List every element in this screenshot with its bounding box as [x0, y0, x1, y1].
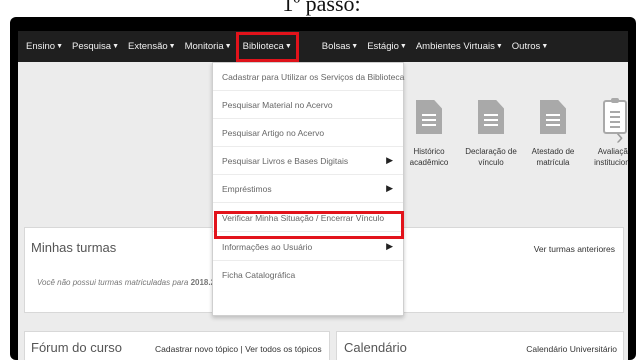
shortcut-label: Declaração de vínculo — [465, 146, 517, 168]
nav-pesquisa[interactable]: Pesquisa ▼ — [72, 31, 119, 62]
nav-label: Outros — [511, 41, 541, 52]
shortcut-label: Atestado de matrícula — [532, 146, 575, 168]
empty-message-text: Você não possui turmas matriculadas para — [37, 278, 189, 287]
empty-message: Você não possui turmas matriculadas para… — [37, 278, 215, 287]
menu-item-label: Pesquisar Livros e Bases Digitais — [222, 155, 349, 166]
highlight-box — [214, 211, 404, 239]
caret-down-icon: ▼ — [541, 43, 549, 50]
nav-label: Extensão — [128, 41, 168, 52]
menu-item-label: Pesquisar Material no Acervo — [222, 99, 333, 110]
nav-extensao[interactable]: Extensão ▼ — [128, 31, 176, 62]
calendario-universitario-link[interactable]: Calendário Universitário — [526, 344, 617, 354]
menu-item-pesquisar-livros[interactable]: Pesquisar Livros e Bases Digitais ▶ — [213, 147, 403, 175]
shortcut-historico[interactable]: Histórico acadêmico — [398, 100, 460, 168]
shortcut-atestado[interactable]: Atestado de matrícula — [522, 100, 584, 168]
document-icon — [478, 100, 504, 134]
nav-label: Biblioteca — [242, 41, 284, 52]
biblioteca-dropdown-menu: Cadastrar para Utilizar os Serviços da B… — [212, 62, 404, 316]
clipboard-icon — [603, 98, 627, 134]
panel-title: Fórum do curso — [31, 340, 123, 355]
shortcut-label-line1: Declaração de — [465, 147, 517, 156]
caret-down-icon: ▼ — [284, 43, 292, 50]
caret-down-icon: ▼ — [224, 43, 232, 50]
menu-item-ficha-catalografica[interactable]: Ficha Catalográfica — [213, 261, 403, 289]
menu-item-label: Empréstimos — [222, 183, 272, 194]
main-navbar: Ensino ▼ Pesquisa ▼ Extensão ▼ Monitoria ▼ B… — [18, 31, 628, 62]
shortcut-label-line1: Avaliação — [597, 147, 628, 156]
caret-down-icon: ▼ — [351, 43, 359, 50]
shortcut-label-line2: matrícula — [536, 158, 570, 167]
forum-panel: Fórum do curso Cadastrar novo tópico | V… — [24, 331, 330, 360]
nav-ambientes-virtuais[interactable]: Ambientes Virtuais ▼ — [416, 31, 503, 62]
nav-label: Monitoria — [184, 41, 224, 52]
caret-down-icon: ▼ — [112, 43, 120, 50]
document-icon — [416, 100, 442, 134]
ver-turmas-anteriores-link[interactable]: Ver turmas anteriores — [534, 244, 615, 254]
shortcut-declaracao[interactable]: Declaração de vínculo — [460, 100, 522, 168]
chevron-right-icon[interactable]: › — [616, 124, 623, 150]
panel-title: Calendário — [344, 340, 407, 355]
nav-monitoria[interactable]: Monitoria ▼ — [185, 31, 232, 62]
forum-links[interactable]: Cadastrar novo tópico | Ver todos os tóp… — [155, 344, 322, 354]
nav-label: Ambientes Virtuais — [415, 41, 495, 52]
shortcuts-row: Histórico acadêmico Declaração de víncul… — [398, 98, 628, 168]
nav-outros[interactable]: Outros ▼ — [512, 31, 548, 62]
shortcut-label-line1: Histórico — [413, 147, 445, 156]
panel-title: Minhas turmas — [31, 240, 117, 255]
caret-down-icon: ▼ — [56, 43, 63, 50]
caret-down-icon: ▼ — [495, 43, 503, 50]
nav-ensino[interactable]: Ensino ▼ — [26, 31, 63, 62]
menu-item-cadastrar[interactable]: Cadastrar para Utilizar os Serviços da B… — [213, 63, 405, 91]
nav-bolsas[interactable]: Bolsas ▼ — [322, 31, 358, 62]
shortcut-label-line2: vínculo — [478, 158, 504, 167]
nav-estagio[interactable]: Estágio ▼ — [367, 31, 407, 62]
menu-item-pesquisar-material[interactable]: Pesquisar Material no Acervo — [213, 91, 403, 119]
caret-down-icon: ▼ — [168, 43, 176, 50]
shortcut-label-line2: acadêmico — [409, 158, 449, 167]
menu-item-pesquisar-artigo[interactable]: Pesquisar Artigo no Acervo — [213, 119, 403, 147]
submenu-arrow-icon: ▶ — [386, 155, 393, 165]
document-icon — [540, 100, 566, 134]
calendar-panel: Calendário Calendário Universitário — [336, 331, 624, 360]
menu-item-label: Informações ao Usuário — [222, 241, 313, 252]
menu-item-emprestimos[interactable]: Empréstimos ▶ — [213, 175, 403, 203]
nav-label: Bolsas — [321, 41, 351, 52]
shortcut-label-line2: institucional — [594, 158, 628, 167]
submenu-arrow-icon: ▶ — [386, 183, 393, 193]
submenu-arrow-icon: ▶ — [386, 241, 393, 251]
shortcut-label: Histórico acadêmico — [410, 146, 449, 168]
shortcut-label-line1: Atestado de — [531, 147, 575, 156]
screenshot-frame: Ensino ▼ Pesquisa ▼ Extensão ▼ Monitoria ▼ B… — [10, 17, 636, 360]
nav-label: Ensino — [26, 41, 56, 52]
sigaa-portal: Ensino ▼ Pesquisa ▼ Extensão ▼ Monitoria ▼ B… — [18, 31, 628, 360]
nav-biblioteca[interactable]: Biblioteca ▼ — [235, 31, 299, 62]
nav-label: Pesquisa — [72, 41, 112, 52]
nav-label: Estágio — [367, 41, 399, 52]
menu-item-label: Pesquisar Artigo no Acervo — [222, 127, 325, 138]
caret-down-icon: ▼ — [399, 43, 407, 50]
menu-item-label: Ficha Catalográfica — [222, 270, 296, 280]
menu-item-label: Cadastrar para Utilizar os Serviços da B… — [222, 71, 405, 82]
